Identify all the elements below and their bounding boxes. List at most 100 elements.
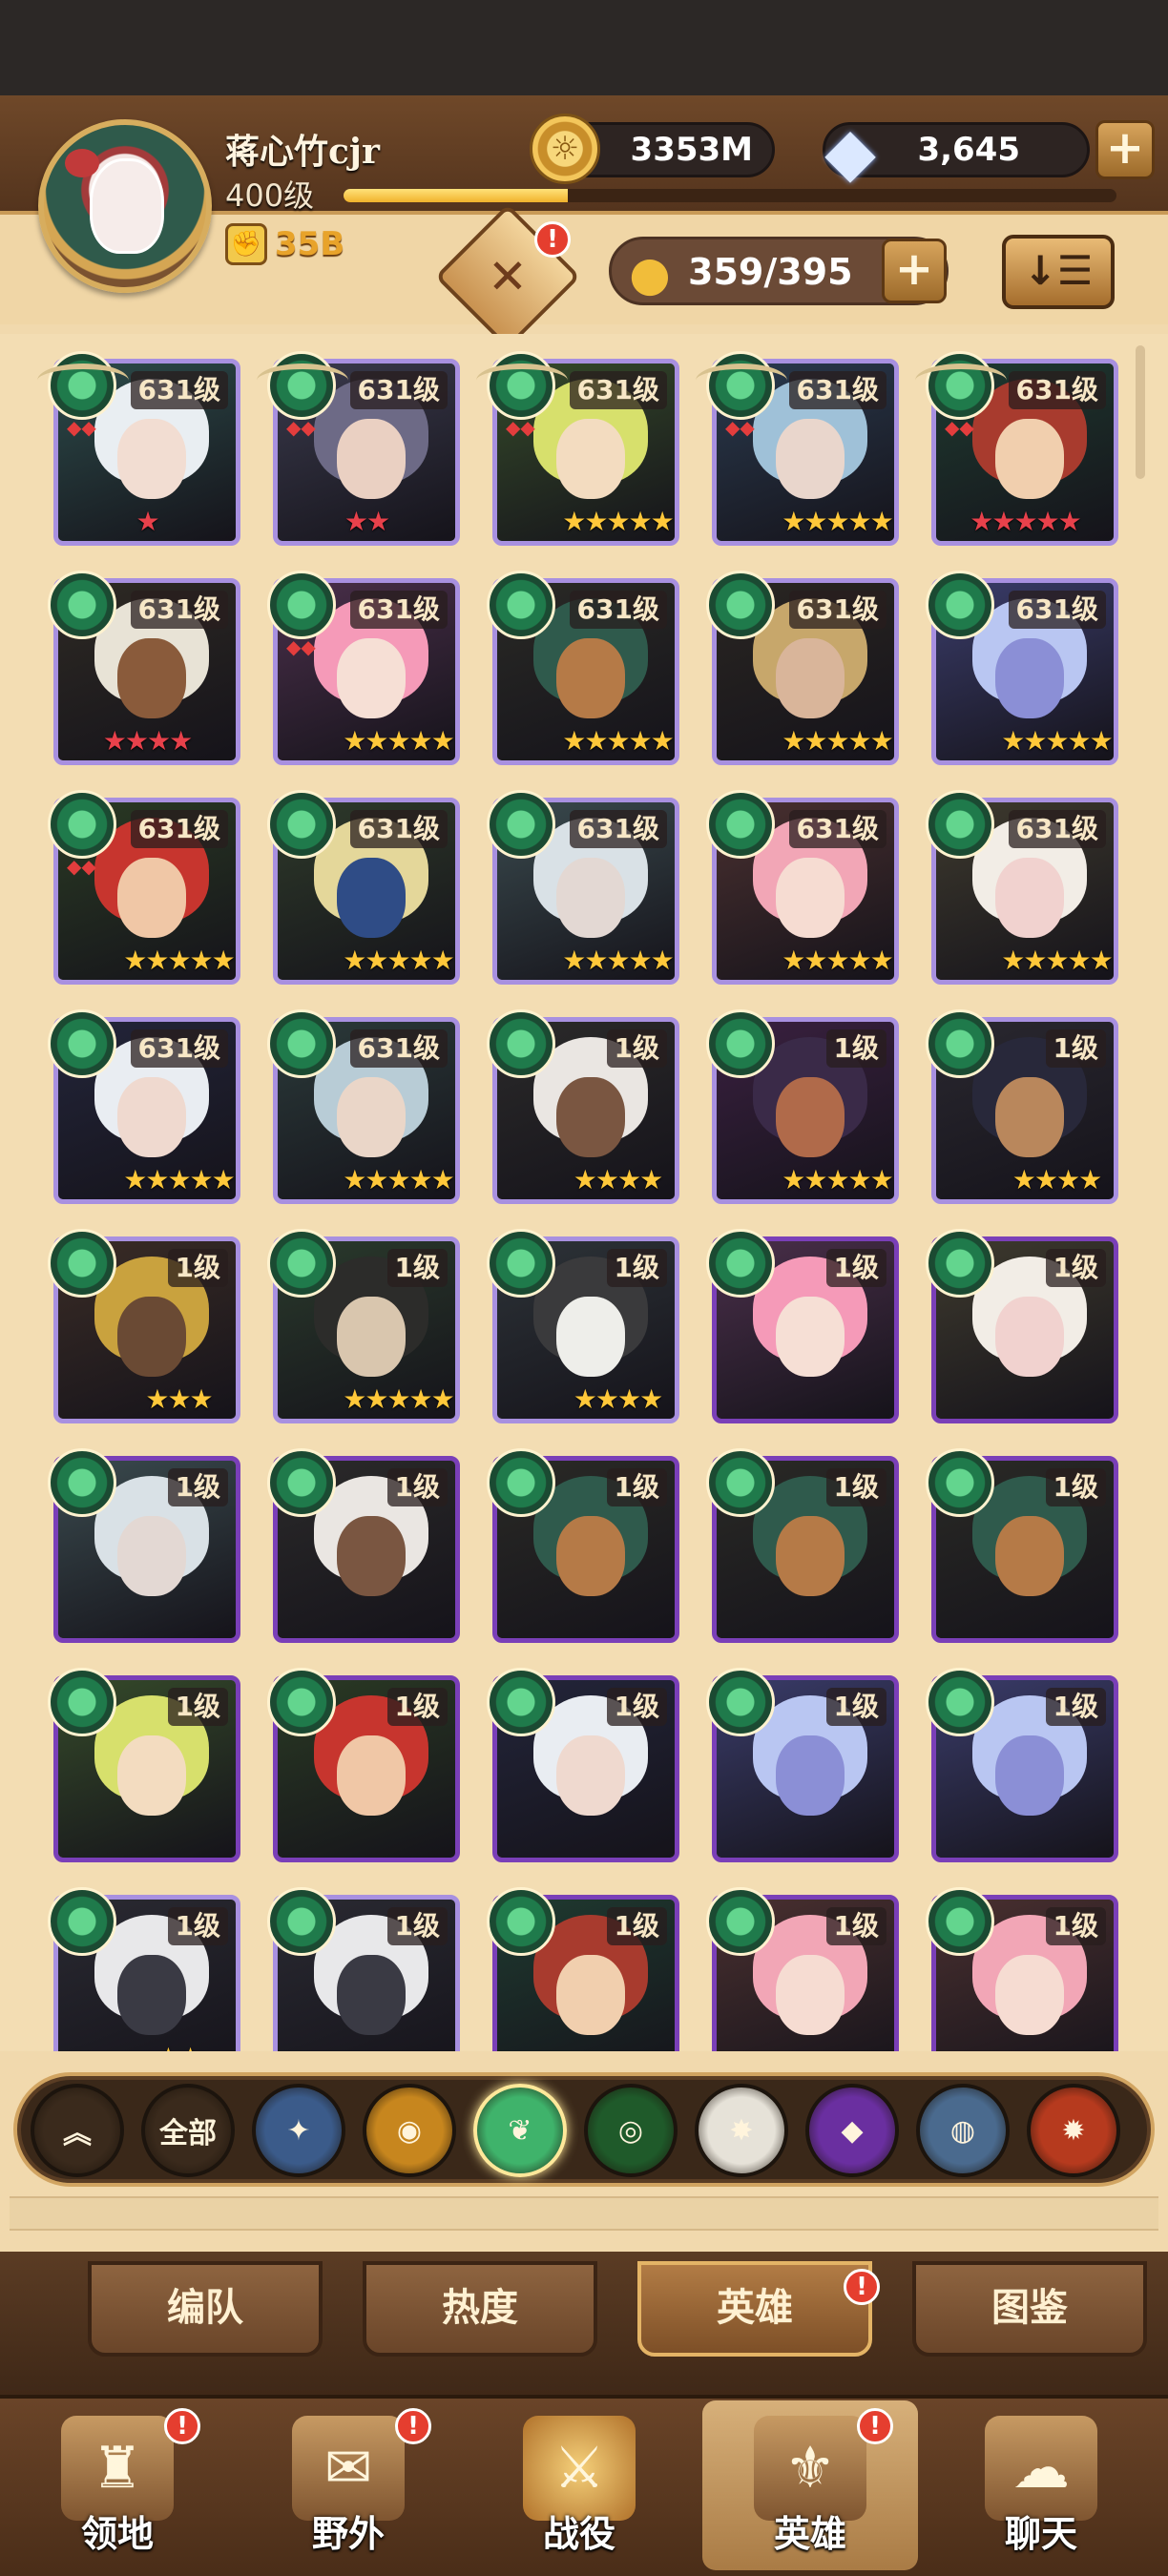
nav-chat[interactable]: ☁ 聊天 [933,2400,1149,2570]
tab-codex[interactable]: 图鉴 [912,2261,1147,2357]
hero-face [337,1955,406,2035]
hero-face [556,1735,625,1816]
hero-stars: ★★★★★ [970,506,1082,537]
player-avatar[interactable] [38,119,212,293]
hero-stars: ★★★★ [573,1383,663,1415]
wilder-faction-icon [37,351,129,420]
hero-level-tag: 1级 [167,1468,228,1506]
wilder-faction-icon [487,1887,555,1956]
hero-stars: ★★★★★ [782,506,894,537]
diamond-icon: ◆ [824,113,876,191]
hero-face [337,858,406,938]
lightbearer-faction-icon[interactable]: ✦ [252,2084,345,2177]
hero-face [995,1955,1064,2035]
graveborn-faction-icon[interactable]: ◎ [584,2084,678,2177]
hero-level-tag: 1级 [386,1468,448,1506]
ascension-marks: ◆◆ [286,416,316,439]
hero-level-tag: 631级 [130,371,228,409]
all-filter[interactable]: 全部 [141,2084,235,2177]
hero-face [776,1297,845,1377]
tab-heroes[interactable]: 英雄 [637,2261,872,2357]
hero-face [337,1077,406,1157]
wilder-faction-icon[interactable]: ❦ [473,2084,567,2177]
nav-glyph: ✉ [323,2435,373,2502]
gold-display[interactable]: ☼ 3353M [530,114,775,184]
nav-alert-badge: ! [395,2408,431,2444]
hero-stars: ★★★★★ [343,1383,455,1415]
hero-level-tag: 1级 [825,1249,886,1287]
wilder-faction-icon [48,571,116,639]
hero-level-tag: 1级 [606,1688,667,1726]
hero-level-tag: 631级 [788,810,886,848]
hero-level-tag: 1级 [1045,1029,1106,1068]
hero-level-tag: 631级 [1008,371,1106,409]
hero-face [995,1077,1064,1157]
nav-glyph: ⚜ [784,2435,836,2502]
hero-face [776,858,845,938]
wilder-faction-icon [48,1887,116,1956]
hero-stars: ★★★★★ [343,945,455,976]
sort-button[interactable]: ↓☰ [1002,235,1115,309]
wilder-faction-icon [706,571,775,639]
hero-face [117,1735,186,1816]
wilder-faction-icon [487,571,555,639]
nav-label: 聊天 [1004,2513,1077,2555]
nav-glyph: ⚔ [553,2435,605,2502]
expand-capacity-button[interactable]: + [882,239,947,303]
dimensional-faction-icon[interactable]: ◍ [916,2084,1010,2177]
filter-label: ✸ [729,2113,754,2148]
wilder-faction-icon [926,1668,994,1736]
hypogean-faction-icon[interactable]: ◆ [805,2084,899,2177]
person-icon: ● [629,246,671,301]
nav-alert-badge: ! [857,2408,893,2444]
hero-face [117,419,186,499]
hero-face [556,1516,625,1596]
gold-value: 3353M [630,131,753,169]
crossed-swords-icon: ✕ [488,249,528,304]
mauler-faction-icon[interactable]: ◉ [363,2084,456,2177]
ascension-marks: ◆◆ [945,416,974,439]
nav-campaign[interactable]: ⚔ 战役 [471,2400,687,2570]
hero-level-tag: 1级 [386,1907,448,1945]
hero-face [556,419,625,499]
wilder-faction-icon [257,351,348,420]
rank-filter-icon[interactable]: ︽ [31,2084,124,2177]
wilder-faction-icon [696,351,787,420]
wilder-faction-icon [267,1887,336,1956]
wilder-faction-icon [706,1009,775,1078]
grid-scrollbar[interactable] [1136,345,1145,479]
wilder-faction-icon [48,1229,116,1298]
hero-stars: ★★★★★ [562,506,675,537]
wilder-faction-icon [926,571,994,639]
hero-face [995,638,1064,718]
hero-level-tag: 1级 [1045,1249,1106,1287]
tab-popularity[interactable]: 热度 [363,2261,597,2357]
wilder-faction-icon [267,1668,336,1736]
wilder-faction-icon [487,1229,555,1298]
hero-level-tag: 1级 [606,1249,667,1287]
wilder-faction-icon [267,790,336,859]
ascension-marks: ◆◆ [725,416,755,439]
player-name: 蒋心竹cjr [225,132,380,172]
hero-stars: ★★★★★ [343,725,455,757]
draconis-faction-icon[interactable]: ✹ [1027,2084,1120,2177]
hero-level-tag: 631级 [130,810,228,848]
hero-level-tag: 631级 [569,371,667,409]
wilder-faction-icon [267,571,336,639]
heroes-tab-alert-badge: ! [844,2269,880,2305]
hero-face [995,1297,1064,1377]
wilder-faction-icon [487,1448,555,1517]
celestial-faction-icon[interactable]: ✸ [695,2084,788,2177]
wilder-faction-icon [706,1229,775,1298]
wilder-faction-icon [48,1009,116,1078]
wilder-faction-icon [487,790,555,859]
buy-diamonds-button[interactable]: + [1095,120,1155,179]
hero-stars: ★ [136,506,159,537]
tab-formation[interactable]: 编队 [88,2261,323,2357]
filter-label: ✹ [1061,2113,1086,2148]
hero-stars: ★★★★★ [562,725,675,757]
diamond-display[interactable]: ◆ 3,645 [823,113,1090,191]
filter-label: ◍ [949,2113,976,2148]
hero-face [556,638,625,718]
wilder-faction-icon [267,1009,336,1078]
